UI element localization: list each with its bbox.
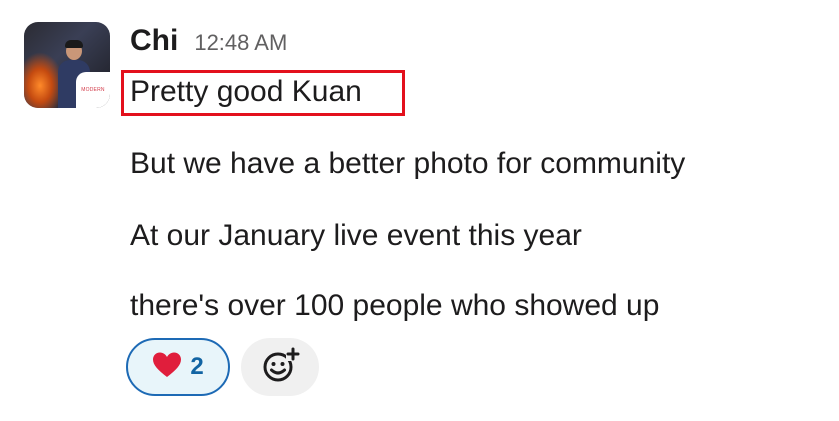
message-line: At our January live event this year bbox=[130, 219, 582, 252]
add-reaction-icon bbox=[260, 345, 300, 390]
heart-reaction-button[interactable]: 2 bbox=[126, 338, 230, 396]
avatar-badge-text: MODERN bbox=[81, 87, 105, 93]
message-timestamp[interactable]: 12:48 AM bbox=[194, 30, 287, 56]
highlight-box bbox=[121, 70, 405, 116]
avatar[interactable]: MODERN bbox=[24, 22, 110, 108]
message-line: there's over 100 people who showed up bbox=[130, 289, 660, 322]
reaction-count: 2 bbox=[190, 353, 204, 380]
heart-icon bbox=[152, 351, 182, 383]
message-header: Chi 12:48 AM bbox=[130, 24, 287, 58]
add-reaction-button[interactable] bbox=[241, 338, 319, 396]
author-name[interactable]: Chi bbox=[130, 24, 178, 58]
avatar-badge: MODERN bbox=[76, 72, 110, 108]
message-line: But we have a better photo for community bbox=[130, 147, 686, 180]
